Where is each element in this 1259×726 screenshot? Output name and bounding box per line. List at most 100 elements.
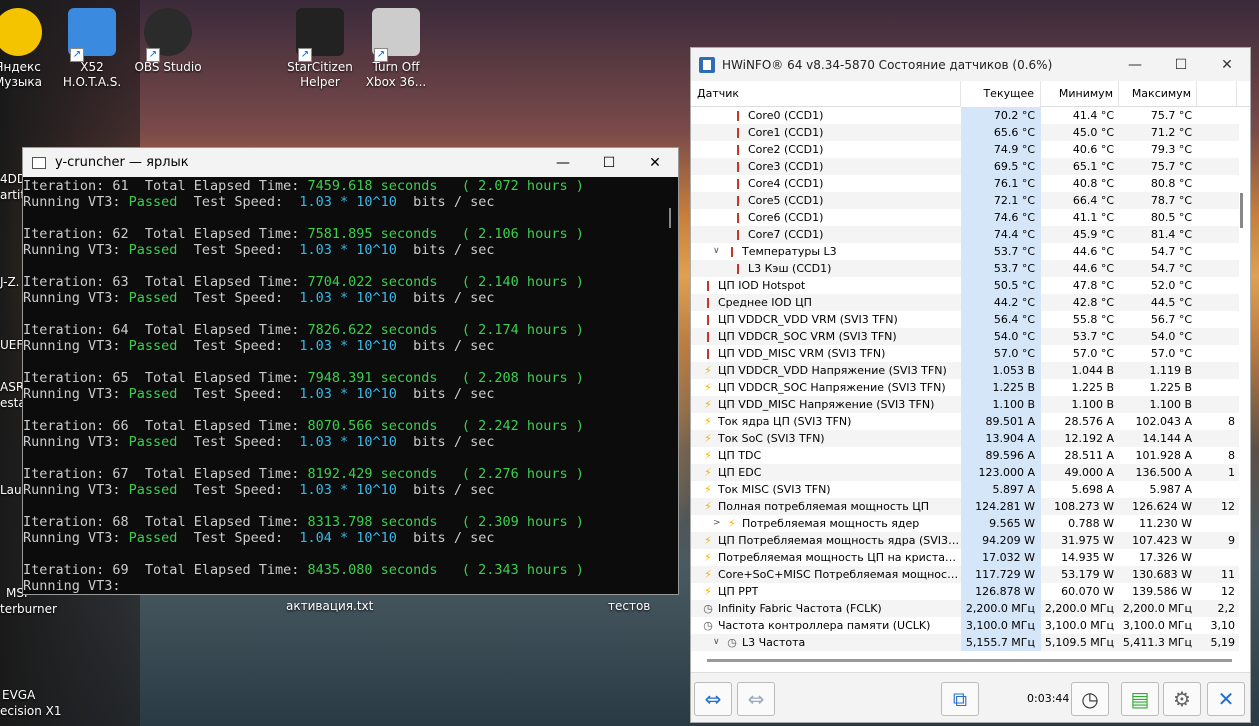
sensor-row[interactable]: ⚡ ЦП TDC 89.596 A 28.511 A 101.928 A 8	[691, 447, 1239, 464]
sensor-row[interactable]: ǀ ЦП VDDCR_SOC VRM (SVI3 TFN) 54.0 °C 53.7 …	[691, 328, 1239, 345]
add-report-icon[interactable]: ▤	[1121, 682, 1159, 716]
sensor-row[interactable]: ǀ Core6 (CCD1) 74.6 °C 41.1 °C 80.5 °C	[691, 209, 1239, 226]
desktop-icon[interactable]: ↗ X52 H.O.T.A.S.	[52, 8, 132, 90]
sensor-row[interactable]: ǀ Core3 (CCD1) 69.5 °C 65.1 °C 75.7 °C	[691, 158, 1239, 175]
desktop-icon[interactable]: ↗ Turn Off Xbox 36...	[356, 8, 436, 90]
terminal-line: Running VT3:	[23, 578, 678, 594]
col-sensor[interactable]: Датчик	[691, 80, 961, 107]
col-minimum[interactable]: Минимум	[1041, 80, 1119, 107]
sensor-row[interactable]: ∨ ◷ L3 Частота 5,155.7 МГц 5,109.5 МГц 5,411.…	[691, 634, 1239, 651]
collapse-arrows-icon[interactable]: ⇔	[737, 682, 775, 716]
sensor-row[interactable]: ⚡ Потребляемая мощность ЦП на кристалл...…	[691, 549, 1239, 566]
sensor-row[interactable]: ⚡ ЦП PPT 126.878 W 60.070 W 139.586 W 12	[691, 583, 1239, 600]
sensor-row[interactable]: ∨ ǀ Температуры L3 53.7 °C 44.6 °C 54.7 °C	[691, 243, 1239, 260]
terminal-segment: Running VT3:	[23, 578, 121, 594]
settings-gear-icon[interactable]: ⚙	[1163, 682, 1201, 716]
sensor-row[interactable]: ǀ Core5 (CCD1) 72.1 °C 66.4 °C 78.7 °C	[691, 192, 1239, 209]
sensor-row[interactable]: ǀ ЦП VDDCR_VDD VRM (SVI3 TFN) 56.4 °C 55.8 …	[691, 311, 1239, 328]
min-value: 1.225 В	[1071, 381, 1114, 394]
close-button[interactable]: ✕	[1204, 48, 1250, 81]
terminal-segment: bits / sec	[396, 482, 495, 498]
hwinfo-titlebar[interactable]: HWiNFO® 64 v8.34-5870 Состояние датчиков…	[691, 48, 1250, 81]
sensor-row[interactable]: ◷ Infinity Fabric Частота (FCLK) 2,200.0 М…	[691, 600, 1239, 617]
terminal-segment: Passed	[128, 290, 178, 306]
max-value: 101.928 A	[1135, 449, 1192, 462]
desktop-icon-label: X52 H.O.T.A.S.	[62, 60, 122, 89]
sensor-name-cell: ǀ Core4 (CCD1)	[691, 175, 961, 192]
sensor-name-cell: ⚡ ЦП VDDCR_SOC Напряжение (SVI3 TFN)	[691, 379, 961, 396]
terminal-segment: Iteration:	[23, 322, 113, 338]
sensor-row[interactable]: ⚡ ЦП VDDCR_VDD Напряжение (SVI3 TFN) 1.053…	[691, 362, 1239, 379]
lightning-icon: ⚡	[704, 431, 712, 445]
sensor-row[interactable]: ⚡ Ток SoC (SVI3 TFN) 13.904 A 12.192 A 14.14…	[691, 430, 1239, 447]
sensor-row[interactable]: ǀ Core7 (CCD1) 74.4 °C 45.9 °C 81.4 °C	[691, 226, 1239, 243]
expand-toggle-icon[interactable]: ∨	[713, 634, 727, 651]
maximize-button[interactable]: ☐	[586, 148, 632, 177]
lightning-icon: ⚡	[704, 499, 712, 513]
nav-arrows-icon[interactable]: ⇔	[694, 682, 732, 716]
expand-toggle-icon[interactable]: >	[713, 515, 727, 532]
col-current[interactable]: Текущее	[961, 80, 1041, 107]
ycruncher-titlebar[interactable]: y-cruncher — ярлык — ☐ ✕	[23, 148, 678, 177]
col-maximum[interactable]: Максимум	[1119, 80, 1197, 107]
terminal-segment: 1.03 * 10^10	[299, 338, 397, 354]
avg-value	[1197, 430, 1237, 447]
sensor-row[interactable]: ⚡ ЦП VDDCR_SOC Напряжение (SVI3 TFN) 1.225…	[691, 379, 1239, 396]
hwinfo-window[interactable]: HWiNFO® 64 v8.34-5870 Состояние датчиков…	[690, 47, 1251, 723]
desktop-label: Lau	[0, 483, 22, 497]
sensor-row[interactable]: ⚡ Полная потребляемая мощность ЦП 124.281 …	[691, 498, 1239, 515]
desktop-icon[interactable]: Яндекс Музыка	[0, 8, 58, 90]
terminal-line: Iteration: 64 Total Elapsed Time: 7826.6…	[23, 322, 678, 338]
sensor-row[interactable]: ⚡ ЦП EDC 123.000 A 49.000 A 136.500 A 1	[691, 464, 1239, 481]
sensor-row[interactable]: ǀ Среднее IOD ЦП 44.2 °C 42.8 °C 44.5 °C	[691, 294, 1239, 311]
expand-toggle-icon[interactable]: ∨	[713, 243, 727, 260]
thermometer-icon: ǀ	[729, 244, 735, 258]
scroll-thumb[interactable]	[1240, 193, 1243, 228]
sensor-row[interactable]: ⚡ Ток ядра ЦП (SVI3 TFN) 89.501 A 28.576 A 1…	[691, 413, 1239, 430]
close-button[interactable]: ✕	[632, 148, 678, 177]
maximize-button[interactable]: ☐	[1158, 48, 1204, 81]
thermometer-icon: ǀ	[705, 346, 711, 360]
minimize-button[interactable]: —	[1112, 48, 1158, 81]
sensor-row[interactable]: ǀ Core2 (CCD1) 74.9 °C 40.6 °C 79.3 °C	[691, 141, 1239, 158]
sensor-row[interactable]: ⚡ ЦП Потребляемая мощность ядра (SVI3 T..…	[691, 532, 1239, 549]
min-value: 12.192 A	[1064, 432, 1114, 445]
col-average[interactable]	[1197, 80, 1237, 107]
avg-value	[1197, 515, 1237, 532]
desktop-label: ecision X1	[0, 704, 62, 718]
sensor-row[interactable]: ǀ Core0 (CCD1) 70.2 °C 41.4 °C 75.7 °C	[691, 107, 1239, 124]
network-icon[interactable]: ⧉	[941, 682, 979, 716]
clock-icon[interactable]: ◷	[1071, 682, 1109, 716]
max-value: 1.225 В	[1149, 381, 1192, 394]
min-value: 57.0 °C	[1072, 347, 1114, 360]
terminal-segment: Total Elapsed Time:	[128, 370, 308, 386]
sensor-row[interactable]: ǀ Core4 (CCD1) 76.1 °C 40.8 °C 80.8 °C	[691, 175, 1239, 192]
ycruncher-window[interactable]: y-cruncher — ярлык — ☐ ✕ Iteration: 61 T…	[22, 147, 679, 595]
sensor-row[interactable]: ǀ Core1 (CCD1) 65.6 °C 45.0 °C 71.2 °C	[691, 124, 1239, 141]
current-value: 53.7 °C	[961, 260, 1041, 277]
desktop-icon-label: StarCitizen Helper	[287, 60, 353, 89]
sensor-row[interactable]: ǀ L3 Кэш (CCD1) 53.7 °C 44.6 °C 54.7 °C	[691, 260, 1239, 277]
horizontal-scrollbar[interactable]	[707, 659, 1232, 662]
sensor-row[interactable]: ◷ Частота контроллера памяти (UCLK) 3,100.…	[691, 617, 1239, 634]
avg-value	[1197, 192, 1237, 209]
sensor-row[interactable]: ǀ ЦП IOD Hotspot 50.5 °C 47.8 °C 52.0 °C	[691, 277, 1239, 294]
desktop-label: UEF	[0, 338, 24, 352]
desktop-icon[interactable]: ↗ StarCitizen Helper	[280, 8, 360, 90]
sensor-row[interactable]: ⚡ Core+SoC+MISC Потребляемая мощность... 1…	[691, 566, 1239, 583]
desktop-icon-label: Turn Off Xbox 36...	[365, 60, 427, 89]
sensor-row[interactable]: ⚡ Ток MISC (SVI3 TFN) 5.897 A 5.698 A 5.987 …	[691, 481, 1239, 498]
sensor-row[interactable]: ǀ ЦП VDD_MISC VRM (SVI3 TFN) 57.0 °C 57.0 °…	[691, 345, 1239, 362]
sensor-row[interactable]: ⚡ ЦП VDD_MISC Напряжение (SVI3 TFN) 1.100 …	[691, 396, 1239, 413]
min-value: 14.935 W	[1061, 551, 1114, 564]
desktop-icon[interactable]: ↗ OBS Studio	[128, 8, 208, 75]
clock-icon: ◷	[703, 618, 713, 632]
current-value: 56.4 °C	[961, 311, 1041, 328]
minimize-button[interactable]: —	[540, 148, 586, 177]
sensor-row[interactable]: > ⚡ Потребляемая мощность ядер 9.565 W 0.788…	[691, 515, 1239, 532]
terminal-scrollbar[interactable]	[669, 208, 671, 228]
terminal-segment: Test Speed:	[177, 482, 300, 498]
close-x-icon[interactable]: ✕	[1207, 682, 1245, 716]
vertical-scrollbar[interactable]	[1240, 108, 1243, 653]
